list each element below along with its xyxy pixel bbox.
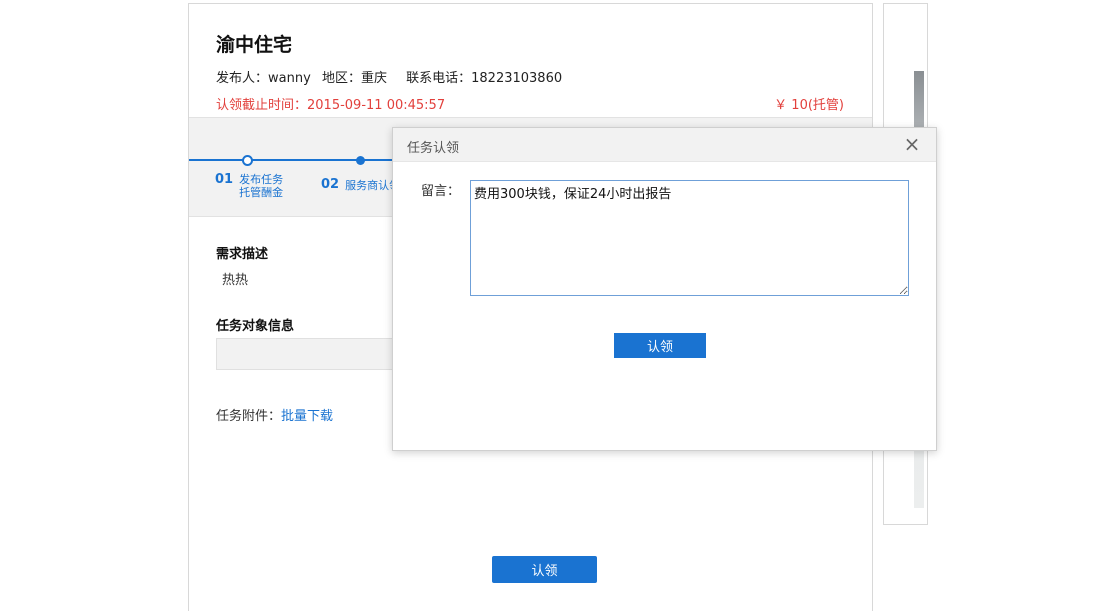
task-title: 渝中住宅	[216, 34, 293, 56]
description-heading: 需求描述	[216, 247, 269, 262]
dialog-title: 任务认领	[407, 141, 460, 156]
step-2-number: 02	[321, 177, 340, 192]
phone-value: 18223103860	[471, 71, 563, 86]
step-1-dot-icon	[242, 155, 253, 166]
region-value: 重庆	[360, 71, 387, 86]
step-1: 01 发布任务 托管酬金	[215, 172, 284, 200]
claim-task-button[interactable]: 认领	[492, 556, 597, 583]
region-info: 地区：重庆	[322, 71, 387, 86]
dialog-claim-button[interactable]: 认领	[614, 333, 706, 358]
phone-label: 联系电话：	[406, 71, 472, 86]
batch-download-link[interactable]: 批量下载	[281, 409, 333, 424]
task-object-heading: 任务对象信息	[216, 319, 295, 334]
phone-info: 联系电话：18223103860	[406, 71, 562, 86]
task-object-box	[216, 338, 416, 370]
dialog-header: 任务认领 ×	[393, 128, 936, 162]
claim-dialog: 任务认领 × 留言： 费用300块钱，保证24小时出报告 认领	[392, 127, 937, 451]
claim-deadline: 认领截止时间：2015-09-11 00:45:57	[216, 94, 445, 113]
step-2: 02 服务商认领	[321, 177, 400, 193]
attachment-label: 任务附件：	[216, 409, 282, 424]
task-meta: 发布人：wanny 地区：重庆 联系电话：18223103860	[216, 67, 569, 86]
page: 渝中住宅 发布人：wanny 地区：重庆 联系电话：18223103860 认领…	[0, 0, 1104, 611]
publisher-label: 发布人：	[216, 71, 269, 86]
task-price: ￥ 10(托管)	[774, 98, 844, 113]
step-1-label-line1: 发布任务	[239, 173, 284, 186]
publisher-name: wanny	[268, 71, 311, 86]
step-1-number: 01	[215, 172, 234, 187]
message-textarea[interactable]: 费用300块钱，保证24小时出报告	[470, 180, 909, 296]
publisher-info: 发布人：wanny	[216, 71, 311, 86]
step-1-label-line2: 托管酬金	[239, 186, 284, 199]
step-2-dot-icon	[356, 156, 365, 165]
description-text: 热热	[222, 273, 249, 288]
deadline-value: 2015-09-11 00:45:57	[307, 98, 446, 113]
deadline-label: 认领截止时间：	[216, 98, 308, 113]
close-icon[interactable]: ×	[901, 133, 923, 155]
region-label: 地区：	[321, 71, 361, 86]
attachments: 任务附件：批量下载	[216, 405, 333, 424]
message-label: 留言：	[421, 184, 461, 199]
